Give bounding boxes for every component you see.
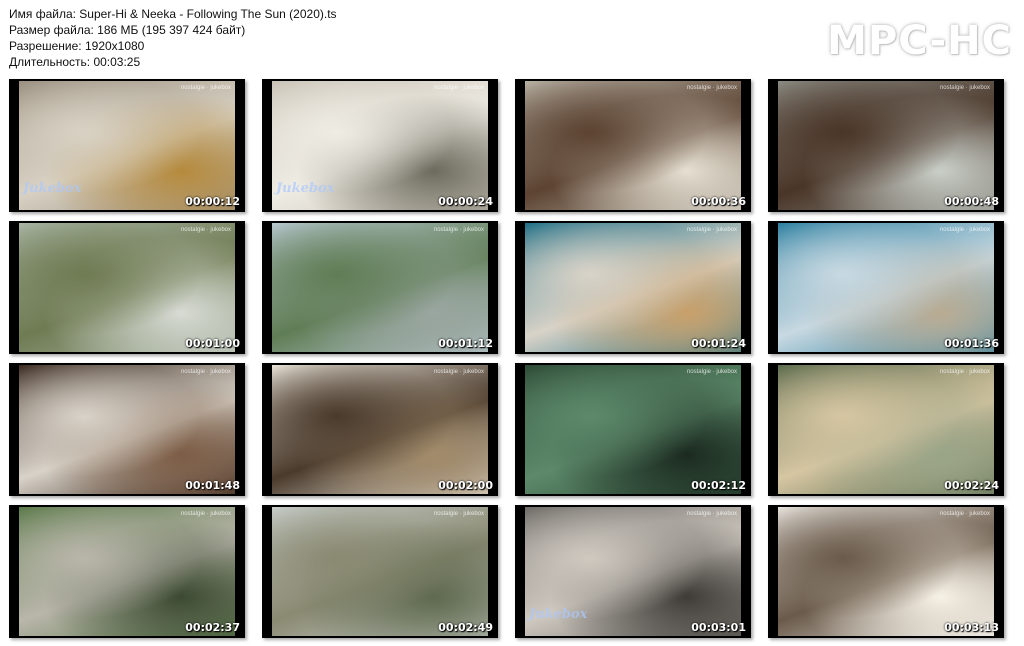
video-frame [778,223,994,352]
timestamp-label: 00:01:36 [944,337,999,350]
thumbnail-jeep-coastal-view: nostalgie · jukebox 00:01:12 [262,221,498,354]
thumbnail-woman-street-jeep: nostalgie · jukebox Jukebox 00:00:24 [262,79,498,212]
channel-watermark: nostalgie · jukebox [433,227,484,233]
thumbnail-windblown-hair: nostalgie · jukebox 00:00:48 [768,79,1004,212]
video-frame [272,365,488,494]
channel-watermark: nostalgie · jukebox [939,369,990,375]
timestamp-label: 00:02:24 [944,479,999,492]
video-frame [525,365,741,494]
channel-watermark: nostalgie · jukebox [180,227,231,233]
thumbnail-green-leaves: nostalgie · jukebox 00:02:12 [515,363,751,496]
video-frame [272,223,488,352]
channel-watermark: nostalgie · jukebox [686,85,737,91]
timestamp-label: 00:02:49 [438,621,493,634]
duration-line: Длительность: 00:03:25 [9,55,141,69]
thumbnail-cliff-and-sea: nostalgie · jukebox 00:01:36 [768,221,1004,354]
channel-watermark: nostalgie · jukebox [180,85,231,91]
video-frame [19,507,235,636]
timestamp-label: 00:00:48 [944,195,999,208]
channel-watermark: nostalgie · jukebox [939,511,990,517]
video-frame [778,507,994,636]
thumbnail-camera-in-hands: nostalgie · jukebox 00:01:48 [9,363,245,496]
channel-watermark: nostalgie · jukebox [939,85,990,91]
channel-watermark: nostalgie · jukebox [686,369,737,375]
thumbnail-hand-on-gravel: nostalgie · jukebox Jukebox 00:03:01 [515,505,751,638]
video-frame [272,507,488,636]
timestamp-label: 00:03:13 [944,621,999,634]
timestamp-label: 00:00:36 [691,195,746,208]
file-size-line: Размер файла: 186 МБ (195 397 424 байт) [9,23,246,37]
timestamp-label: 00:02:12 [691,479,746,492]
video-frame [778,81,994,210]
timestamp-label: 00:03:01 [691,621,746,634]
thumbnail-stream-and-rocks: nostalgie · jukebox 00:02:37 [9,505,245,638]
video-frame [19,365,235,494]
timestamp-label: 00:01:24 [691,337,746,350]
file-name-line: Имя файла: Super-Hi & Neeka - Following … [9,7,337,21]
resolution-line: Разрешение: 1920x1080 [9,39,145,53]
timestamp-label: 00:00:12 [185,195,240,208]
video-frame [19,223,235,352]
file-info-block: Имя файла: Super-Hi & Neeka - Following … [9,6,337,70]
channel-watermark: nostalgie · jukebox [180,511,231,517]
timestamp-label: 00:01:48 [185,479,240,492]
channel-watermark: nostalgie · jukebox [939,227,990,233]
thumbnail-sunset-silhouette: nostalgie · jukebox 00:03:13 [768,505,1004,638]
video-frame [778,365,994,494]
jukebox-caption: Jukebox [276,181,335,196]
thumbnail-hills-landscape: nostalgie · jukebox 00:02:49 [262,505,498,638]
jukebox-caption: Jukebox [529,607,588,622]
thumbnail-car-seat-bag: nostalgie · jukebox Jukebox 00:00:12 [9,79,245,212]
video-frame [525,81,741,210]
mpc-hc-logo: MPC-HC [827,18,1012,64]
channel-watermark: nostalgie · jukebox [686,227,737,233]
timestamp-label: 00:00:24 [438,195,493,208]
timestamp-label: 00:02:37 [185,621,240,634]
timestamp-label: 00:02:00 [438,479,493,492]
thumbnail-blonde-hair-nature: nostalgie · jukebox 00:02:24 [768,363,1004,496]
channel-watermark: nostalgie · jukebox [433,85,484,91]
thumbnail-rocks-by-sea: nostalgie · jukebox 00:01:24 [515,221,751,354]
channel-watermark: nostalgie · jukebox [433,511,484,517]
thumbnail-women-in-jeep: nostalgie · jukebox 00:00:36 [515,79,751,212]
thumbnail-sunlit-silhouette: nostalgie · jukebox 00:02:00 [262,363,498,496]
channel-watermark: nostalgie · jukebox [686,511,737,517]
video-frame [525,223,741,352]
timestamp-label: 00:01:00 [185,337,240,350]
timestamp-label: 00:01:12 [438,337,493,350]
thumbnail-grid: nostalgie · jukebox Jukebox 00:00:12 nostal… [9,79,1004,638]
channel-watermark: nostalgie · jukebox [180,369,231,375]
thumbnail-road-through-windshield: nostalgie · jukebox 00:01:00 [9,221,245,354]
channel-watermark: nostalgie · jukebox [433,369,484,375]
jukebox-caption: Jukebox [23,181,82,196]
